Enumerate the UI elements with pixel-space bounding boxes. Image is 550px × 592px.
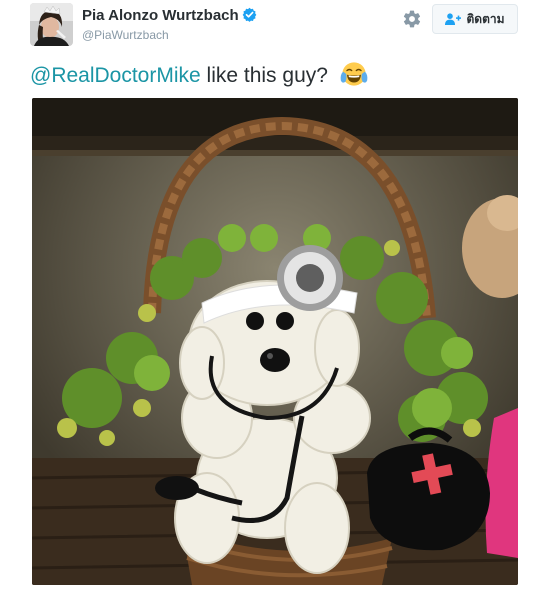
face-with-tears-of-joy-emoji [340, 62, 368, 86]
user-handle[interactable]: @PiaWurtzbach [82, 28, 169, 42]
verified-badge-icon [242, 7, 257, 22]
display-name-text: Pia Alonzo Wurtzbach [82, 7, 239, 24]
profile-photo [30, 3, 73, 46]
tweet-card: Pia Alonzo Wurtzbach @PiaWurtzbach ติดตา… [0, 0, 550, 592]
add-user-icon [445, 13, 462, 25]
follow-button-label: ติดตาม [466, 11, 505, 26]
gear-icon[interactable] [402, 9, 422, 29]
tweet-text: @RealDoctorMike like this guy? [30, 60, 368, 91]
display-name[interactable]: Pia Alonzo Wurtzbach [82, 7, 257, 24]
mention-link[interactable]: @RealDoctorMike [30, 64, 201, 87]
avatar[interactable] [30, 3, 73, 46]
tweet-media-photo[interactable] [32, 98, 518, 585]
flower-dog-doctor-basket-photo [32, 98, 518, 585]
follow-button[interactable]: ติดตาม [432, 4, 518, 34]
tweet-body-text: like this guy? [200, 64, 328, 87]
